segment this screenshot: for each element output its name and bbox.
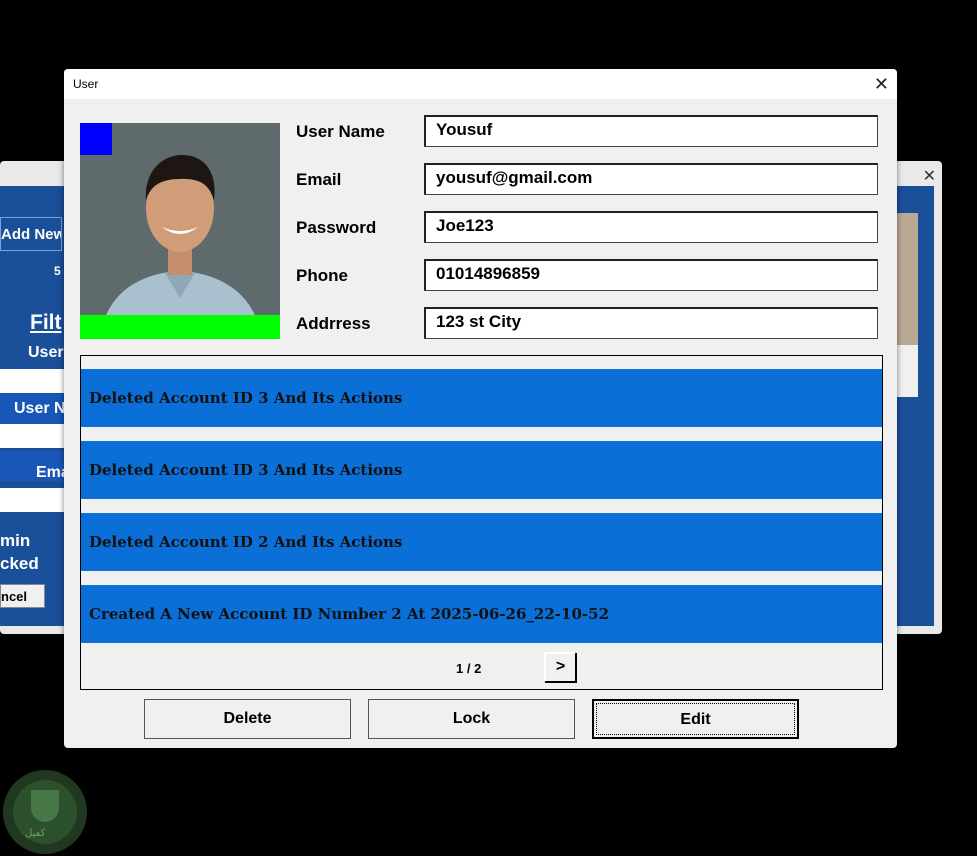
activity-list[interactable]: Deleted Account ID 3 And Its Actions Del…: [80, 355, 883, 690]
lock-button[interactable]: Lock: [368, 699, 575, 739]
phone-label: Phone: [296, 266, 348, 285]
list-item[interactable]: Deleted Account ID 3 And Its Actions: [81, 369, 882, 427]
locked-checkbox-label[interactable]: cked: [0, 554, 39, 574]
password-field[interactable]: Joe123: [424, 211, 878, 243]
shield-icon: [31, 790, 59, 822]
title-bar: User ✕: [64, 69, 897, 99]
filter-email-input[interactable]: [0, 488, 64, 512]
address-label: Addrress: [296, 314, 371, 333]
photo-status-bar: [80, 315, 280, 339]
username-field[interactable]: Yousuf: [424, 115, 878, 147]
admin-checkbox-label[interactable]: min: [0, 531, 30, 551]
filter-user-name-label: User N: [14, 400, 66, 417]
portrait-image: [80, 123, 280, 339]
username-label: User Name: [296, 122, 385, 141]
close-icon[interactable]: ✕: [874, 74, 889, 95]
email-label: Email: [296, 170, 342, 189]
list-item[interactable]: Deleted Account ID 3 And Its Actions: [81, 441, 882, 499]
dialog-title: User: [73, 77, 99, 91]
page-indicator: 1 / 2: [456, 661, 482, 676]
cancel-button[interactable]: ncel: [0, 584, 45, 608]
next-page-button[interactable]: >: [544, 652, 576, 682]
list-item[interactable]: Deleted Account ID 2 And Its Actions: [81, 513, 882, 571]
filter-user-label: User: [28, 344, 64, 361]
user-photo: [80, 123, 280, 339]
filter-user-name-input[interactable]: [0, 424, 64, 448]
user-dialog: User ✕ User Name Yousuf Email yousuf@gma…: [64, 69, 897, 748]
edit-button[interactable]: Edit: [592, 699, 799, 739]
background-count: 5: [54, 264, 61, 278]
filter-heading: Filt: [30, 311, 62, 334]
email-field[interactable]: yousuf@gmail.com: [424, 163, 878, 195]
delete-button[interactable]: Delete: [144, 699, 351, 739]
logo-wordmark: كفيل: [25, 828, 46, 839]
background-close-icon[interactable]: ✕: [923, 166, 936, 186]
add-new-button[interactable]: Add New: [0, 217, 62, 251]
filter-user-input[interactable]: [0, 369, 64, 393]
photo-corner-marker: [80, 123, 112, 155]
password-label: Password: [296, 218, 377, 237]
address-field[interactable]: 123 st City: [424, 307, 878, 339]
list-item[interactable]: Created A New Account ID Number 2 At 202…: [81, 585, 882, 643]
phone-field[interactable]: 01014896859: [424, 259, 878, 291]
watermark-logo: كفيل: [3, 770, 87, 854]
